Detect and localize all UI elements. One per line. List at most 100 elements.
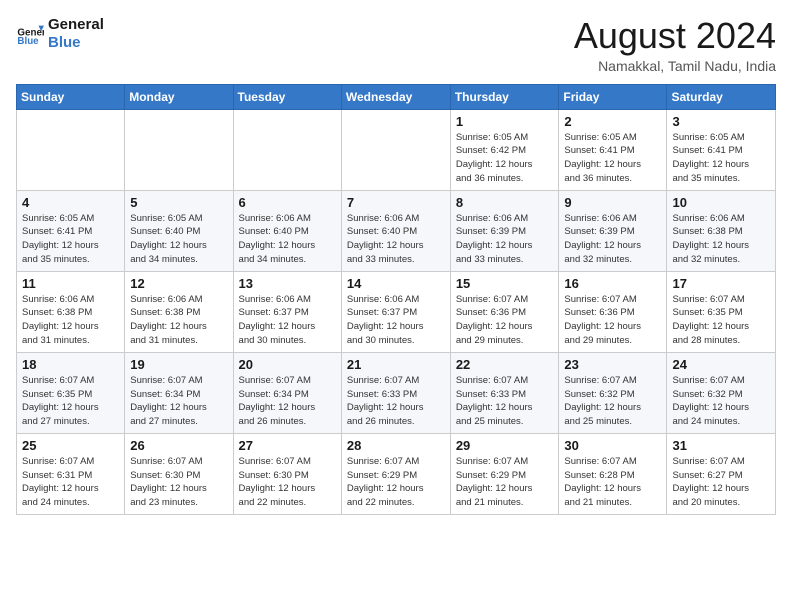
day-number: 12: [130, 276, 227, 291]
calendar-cell: 5Sunrise: 6:05 AM Sunset: 6:40 PM Daylig…: [125, 190, 233, 271]
day-info: Sunrise: 6:07 AM Sunset: 6:35 PM Dayligh…: [22, 374, 119, 429]
day-number: 17: [672, 276, 770, 291]
day-number: 20: [239, 357, 336, 372]
day-info: Sunrise: 6:07 AM Sunset: 6:28 PM Dayligh…: [564, 455, 661, 510]
day-info: Sunrise: 6:07 AM Sunset: 6:29 PM Dayligh…: [347, 455, 445, 510]
day-number: 11: [22, 276, 119, 291]
calendar-cell: 29Sunrise: 6:07 AM Sunset: 6:29 PM Dayli…: [450, 433, 559, 514]
calendar-cell: 25 Sunrise: 6:07 AM Sunset: 6:31 PM Dayli…: [17, 433, 125, 514]
calendar-cell: 9Sunrise: 6:06 AM Sunset: 6:39 PM Daylig…: [559, 190, 667, 271]
weekday-header-row: SundayMondayTuesdayWednesdayThursdayFrid…: [17, 84, 776, 109]
day-info: Sunrise: 6:06 AM Sunset: 6:40 PM Dayligh…: [239, 212, 336, 267]
calendar-cell: 22 Sunrise: 6:07 AM Sunset: 6:33 PM Dayli…: [450, 352, 559, 433]
day-info: Sunrise: 6:07 AM Sunset: 6:32 PM Dayligh…: [672, 374, 770, 429]
day-info: Sunrise: 6:06 AM Sunset: 6:38 PM Dayligh…: [130, 293, 227, 348]
calendar-cell: 1 Sunrise: 6:05 AM Sunset: 6:42 PM Daylig…: [450, 109, 559, 190]
calendar-week-row: 1 Sunrise: 6:05 AM Sunset: 6:42 PM Daylig…: [17, 109, 776, 190]
logo-icon: General Blue: [16, 20, 44, 48]
svg-text:Blue: Blue: [17, 36, 39, 47]
page-header: General Blue General Blue August 2024 Na…: [16, 16, 776, 74]
calendar-week-row: 11 Sunrise: 6:06 AM Sunset: 6:38 PM Dayli…: [17, 271, 776, 352]
calendar-cell: 26 Sunrise: 6:07 AM Sunset: 6:30 PM Dayli…: [125, 433, 233, 514]
weekday-header-tuesday: Tuesday: [233, 84, 341, 109]
day-number: 3: [672, 114, 770, 129]
day-number: 28: [347, 438, 445, 453]
day-number: 26: [130, 438, 227, 453]
day-number: 6: [239, 195, 336, 210]
day-number: 18: [22, 357, 119, 372]
logo-blue: Blue: [48, 34, 104, 52]
calendar-cell: 27 Sunrise: 6:07 AM Sunset: 6:30 PM Dayli…: [233, 433, 341, 514]
day-info: Sunrise: 6:07 AM Sunset: 6:34 PM Dayligh…: [130, 374, 227, 429]
calendar-cell: 2 Sunrise: 6:05 AM Sunset: 6:41 PM Daylig…: [559, 109, 667, 190]
day-info: Sunrise: 6:05 AM Sunset: 6:42 PM Dayligh…: [456, 131, 554, 186]
day-number: 7: [347, 195, 445, 210]
title-block: August 2024 Namakkal, Tamil Nadu, India: [574, 16, 776, 74]
day-number: 25: [22, 438, 119, 453]
day-info: Sunrise: 6:07 AM Sunset: 6:31 PM Dayligh…: [22, 455, 119, 510]
day-number: 13: [239, 276, 336, 291]
day-info: Sunrise: 6:06 AM Sunset: 6:39 PM Dayligh…: [564, 212, 661, 267]
calendar-cell: 23Sunrise: 6:07 AM Sunset: 6:32 PM Dayli…: [559, 352, 667, 433]
day-number: 19: [130, 357, 227, 372]
day-info: Sunrise: 6:07 AM Sunset: 6:30 PM Dayligh…: [239, 455, 336, 510]
calendar-cell: 10Sunrise: 6:06 AM Sunset: 6:38 PM Dayli…: [667, 190, 776, 271]
calendar-cell: 7 Sunrise: 6:06 AM Sunset: 6:40 PM Daylig…: [341, 190, 450, 271]
day-number: 14: [347, 276, 445, 291]
weekday-header-wednesday: Wednesday: [341, 84, 450, 109]
calendar-cell: 28 Sunrise: 6:07 AM Sunset: 6:29 PM Dayli…: [341, 433, 450, 514]
calendar-cell: 13Sunrise: 6:06 AM Sunset: 6:37 PM Dayli…: [233, 271, 341, 352]
calendar-week-row: 4 Sunrise: 6:05 AM Sunset: 6:41 PM Daylig…: [17, 190, 776, 271]
day-number: 21: [347, 357, 445, 372]
day-number: 24: [672, 357, 770, 372]
day-number: 8: [456, 195, 554, 210]
calendar-cell: [125, 109, 233, 190]
day-info: Sunrise: 6:06 AM Sunset: 6:38 PM Dayligh…: [672, 212, 770, 267]
day-info: Sunrise: 6:05 AM Sunset: 6:41 PM Dayligh…: [564, 131, 661, 186]
logo: General Blue General Blue: [16, 16, 104, 52]
day-info: Sunrise: 6:07 AM Sunset: 6:36 PM Dayligh…: [564, 293, 661, 348]
calendar-cell: 12 Sunrise: 6:06 AM Sunset: 6:38 PM Dayli…: [125, 271, 233, 352]
day-info: Sunrise: 6:07 AM Sunset: 6:35 PM Dayligh…: [672, 293, 770, 348]
day-info: Sunrise: 6:07 AM Sunset: 6:32 PM Dayligh…: [564, 374, 661, 429]
day-info: Sunrise: 6:05 AM Sunset: 6:41 PM Dayligh…: [672, 131, 770, 186]
day-number: 27: [239, 438, 336, 453]
day-info: Sunrise: 6:06 AM Sunset: 6:38 PM Dayligh…: [22, 293, 119, 348]
calendar-cell: 15 Sunrise: 6:07 AM Sunset: 6:36 PM Dayli…: [450, 271, 559, 352]
day-info: Sunrise: 6:05 AM Sunset: 6:40 PM Dayligh…: [130, 212, 227, 267]
day-info: Sunrise: 6:07 AM Sunset: 6:33 PM Dayligh…: [456, 374, 554, 429]
month-year-title: August 2024: [574, 16, 776, 56]
calendar-cell: 16Sunrise: 6:07 AM Sunset: 6:36 PM Dayli…: [559, 271, 667, 352]
day-info: Sunrise: 6:07 AM Sunset: 6:30 PM Dayligh…: [130, 455, 227, 510]
weekday-header-sunday: Sunday: [17, 84, 125, 109]
calendar-cell: 11 Sunrise: 6:06 AM Sunset: 6:38 PM Dayli…: [17, 271, 125, 352]
weekday-header-saturday: Saturday: [667, 84, 776, 109]
day-info: Sunrise: 6:07 AM Sunset: 6:36 PM Dayligh…: [456, 293, 554, 348]
day-number: 22: [456, 357, 554, 372]
calendar-cell: 4 Sunrise: 6:05 AM Sunset: 6:41 PM Daylig…: [17, 190, 125, 271]
day-number: 1: [456, 114, 554, 129]
day-info: Sunrise: 6:07 AM Sunset: 6:34 PM Dayligh…: [239, 374, 336, 429]
weekday-header-thursday: Thursday: [450, 84, 559, 109]
calendar-table: SundayMondayTuesdayWednesdayThursdayFrid…: [16, 84, 776, 515]
day-number: 2: [564, 114, 661, 129]
day-number: 29: [456, 438, 554, 453]
day-number: 15: [456, 276, 554, 291]
calendar-cell: 20 Sunrise: 6:07 AM Sunset: 6:34 PM Dayli…: [233, 352, 341, 433]
calendar-cell: 19 Sunrise: 6:07 AM Sunset: 6:34 PM Dayli…: [125, 352, 233, 433]
location-subtitle: Namakkal, Tamil Nadu, India: [574, 58, 776, 74]
calendar-cell: 14 Sunrise: 6:06 AM Sunset: 6:37 PM Dayli…: [341, 271, 450, 352]
calendar-cell: 30Sunrise: 6:07 AM Sunset: 6:28 PM Dayli…: [559, 433, 667, 514]
calendar-cell: 17 Sunrise: 6:07 AM Sunset: 6:35 PM Dayli…: [667, 271, 776, 352]
calendar-header: SundayMondayTuesdayWednesdayThursdayFrid…: [17, 84, 776, 109]
calendar-cell: 8Sunrise: 6:06 AM Sunset: 6:39 PM Daylig…: [450, 190, 559, 271]
calendar-body: 1 Sunrise: 6:05 AM Sunset: 6:42 PM Daylig…: [17, 109, 776, 514]
day-info: Sunrise: 6:06 AM Sunset: 6:37 PM Dayligh…: [347, 293, 445, 348]
day-info: Sunrise: 6:05 AM Sunset: 6:41 PM Dayligh…: [22, 212, 119, 267]
calendar-cell: 18 Sunrise: 6:07 AM Sunset: 6:35 PM Dayli…: [17, 352, 125, 433]
weekday-header-friday: Friday: [559, 84, 667, 109]
day-number: 4: [22, 195, 119, 210]
day-info: Sunrise: 6:06 AM Sunset: 6:40 PM Dayligh…: [347, 212, 445, 267]
calendar-cell: 6 Sunrise: 6:06 AM Sunset: 6:40 PM Daylig…: [233, 190, 341, 271]
calendar-cell: 24 Sunrise: 6:07 AM Sunset: 6:32 PM Dayli…: [667, 352, 776, 433]
